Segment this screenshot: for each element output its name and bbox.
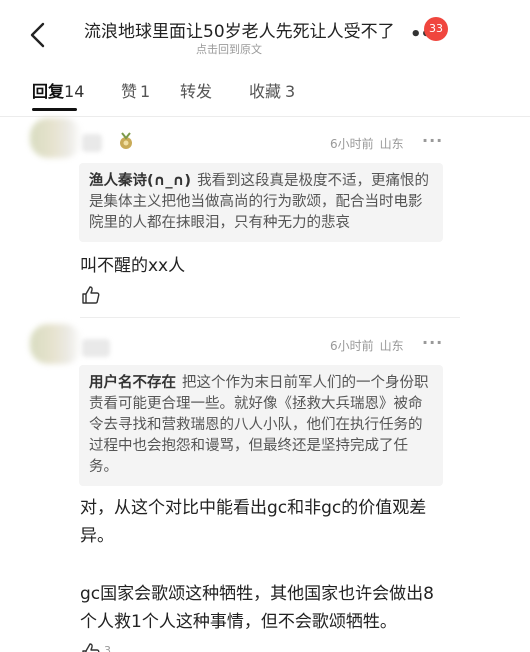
comment-text: 叫不醒的xx人 xyxy=(80,256,186,276)
tab-label: 收藏 xyxy=(249,82,282,101)
comment-location: 山东 xyxy=(379,137,404,151)
top-bar: 流浪地球里面让50岁老人先死让人受不了 点击回到原文 •• 33 xyxy=(0,0,530,66)
notification-badge[interactable]: 33 xyxy=(424,17,448,41)
quoted-comment[interactable]: 渔人秦诗(∩_∩) 我看到这段真是极度不适，更痛恨的是集体主义把他当做高尚的行为歌… xyxy=(79,163,443,242)
tab-replies[interactable]: 回复14 xyxy=(32,78,84,102)
tab-label: 回复 xyxy=(32,82,65,101)
chevron-left-icon xyxy=(30,22,45,48)
tab-count: 1 xyxy=(140,82,151,101)
comment-text: gc国家会歌颂这种牺牲，其他国家也许会做出8个人救1个人这种事情，但不会歌颂牺牲… xyxy=(80,584,434,632)
more-dots-icon[interactable]: ··· xyxy=(422,333,443,352)
thumbs-up-icon[interactable] xyxy=(81,285,101,305)
medal-icon xyxy=(120,132,132,149)
tab-label: 赞 xyxy=(121,82,138,101)
comment-time: 6小时前 xyxy=(330,137,374,151)
tab-count: 14 xyxy=(64,82,85,101)
comment-meta: 6小时前 山东 xyxy=(330,135,410,152)
avatar[interactable] xyxy=(30,324,82,364)
comment-time: 6小时前 xyxy=(330,339,374,353)
active-tab-indicator xyxy=(32,108,77,111)
quoted-author[interactable]: 用户名不存在 xyxy=(89,375,176,391)
avatar[interactable] xyxy=(30,118,82,158)
divider xyxy=(80,317,460,318)
comment-text: 对，从这个对比中能看出gc和非gc的价值观差异。 xyxy=(80,498,427,546)
quoted-comment[interactable]: 用户名不存在 把这个作为末日前军人们的一个身份职责看可能更合理一些。就好像《拯救大… xyxy=(79,365,443,486)
thumbs-up-icon[interactable] xyxy=(81,642,101,652)
page-title[interactable]: 流浪地球里面让50岁老人先死让人受不了 xyxy=(84,17,404,42)
back-to-original-link[interactable]: 点击回到原文 xyxy=(196,41,262,57)
author-name[interactable] xyxy=(82,339,110,357)
tab-bar: 回复14 赞1 转发 收藏 3 xyxy=(0,74,530,114)
more-dots-icon[interactable]: ··· xyxy=(422,131,443,150)
quoted-author[interactable]: 渔人秦诗(∩_∩) xyxy=(89,173,191,189)
tab-likes[interactable]: 赞1 xyxy=(121,78,150,102)
comment-meta: 6小时前 山东 xyxy=(330,337,410,354)
comment-location: 山东 xyxy=(379,339,404,353)
author-name[interactable] xyxy=(82,134,102,152)
tab-label: 转发 xyxy=(180,82,213,101)
divider xyxy=(0,116,530,117)
tab-count: 3 xyxy=(285,82,296,101)
tab-reposts[interactable]: 转发 xyxy=(180,78,212,102)
back-button[interactable] xyxy=(26,20,52,50)
like-count: 3 xyxy=(104,644,111,652)
tab-favorites[interactable]: 收藏 3 xyxy=(249,78,295,102)
